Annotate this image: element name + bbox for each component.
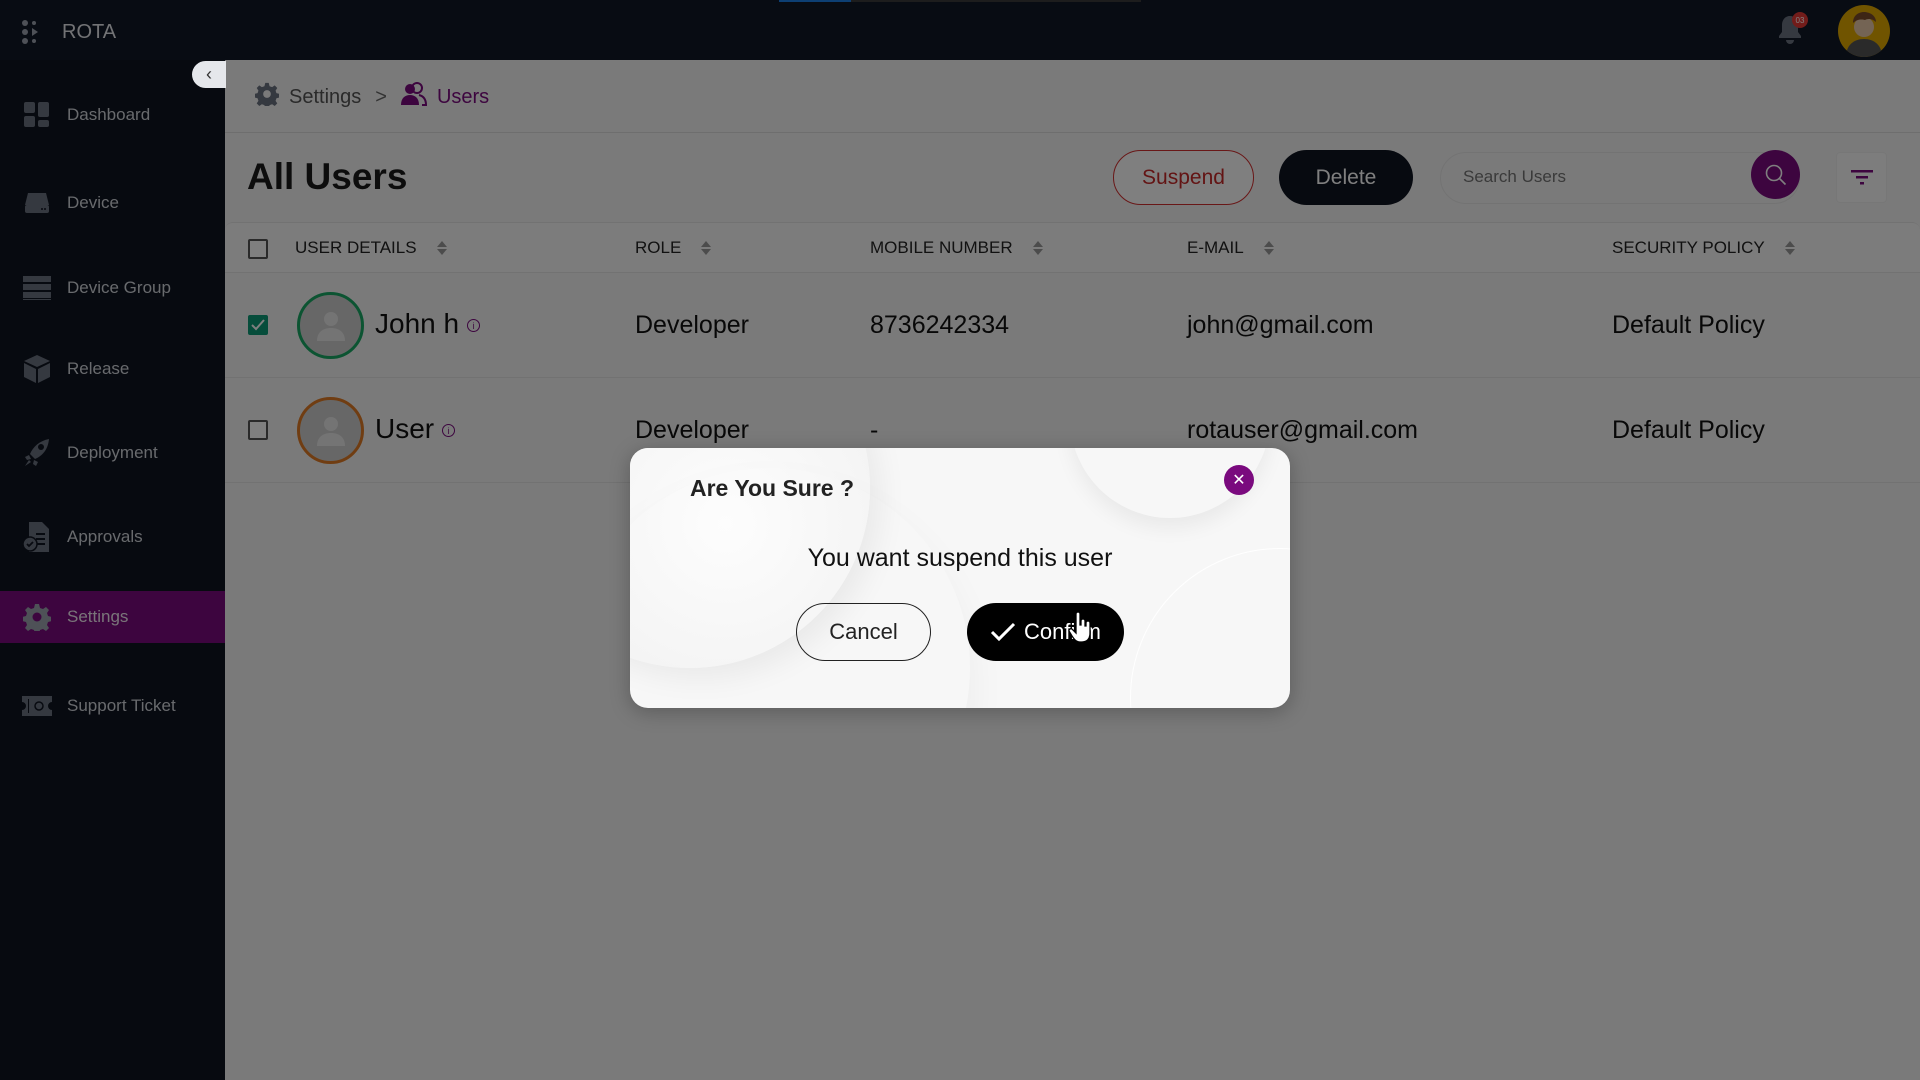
decoration — [630, 468, 970, 708]
confirm-button[interactable]: Confirm — [967, 603, 1124, 661]
dialog-close-button[interactable]: ✕ — [1224, 465, 1254, 495]
check-icon — [990, 622, 1016, 642]
hand-cursor-icon — [1068, 612, 1091, 643]
cancel-button[interactable]: Cancel — [796, 603, 931, 661]
close-icon: ✕ — [1232, 472, 1246, 489]
sidebar-collapse-button[interactable]: ‹ — [192, 61, 226, 88]
dialog-title: Are You Sure ? — [690, 475, 855, 501]
chevron-left-icon: ‹ — [206, 64, 212, 84]
confirm-suspend-dialog: Are You Sure ? ✕ You want suspend this u… — [630, 448, 1290, 708]
dialog-message: You want suspend this user — [807, 544, 1113, 572]
